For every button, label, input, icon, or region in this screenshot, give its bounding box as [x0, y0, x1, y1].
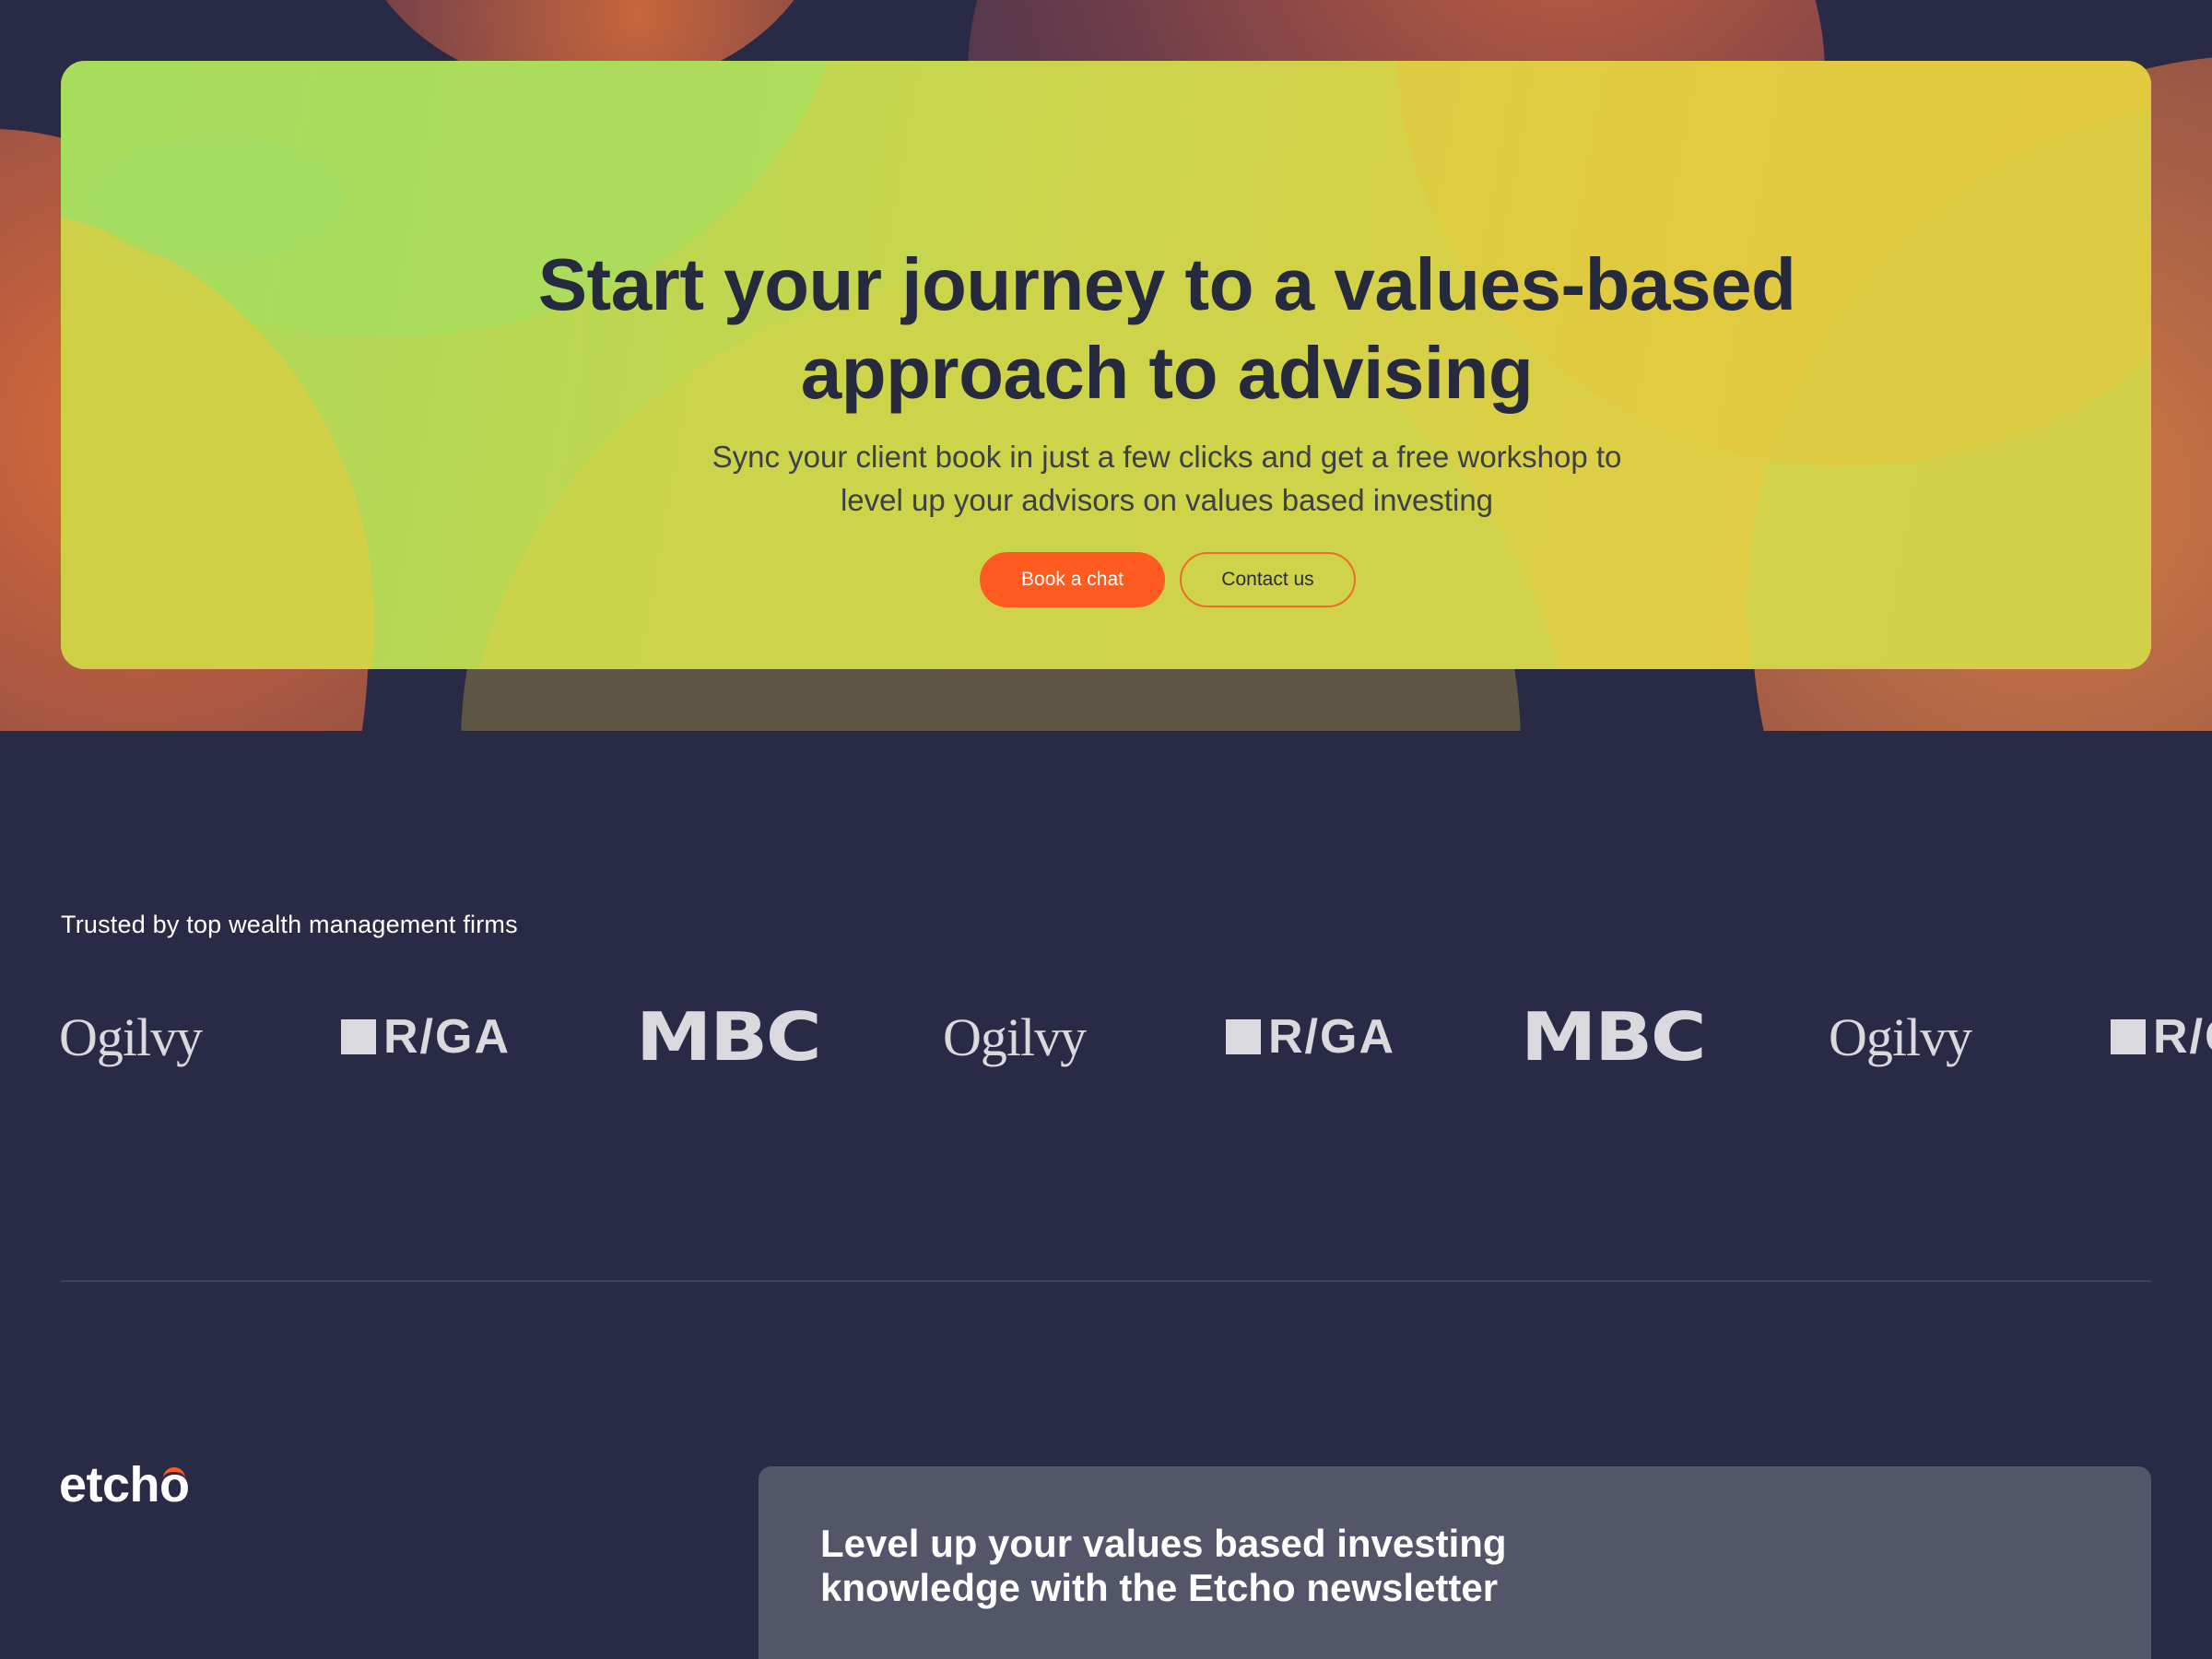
trusted-label: Trusted by top wealth management firms [61, 911, 518, 938]
ogilvy-logo: Ogilvy [59, 1006, 203, 1067]
rga-square-mark [1226, 1019, 1261, 1054]
mbc-logo: MBC [1521, 998, 1707, 1076]
page: Start your journey to a values-based app… [0, 0, 2212, 1659]
contact-us-button[interactable]: Contact us [1180, 552, 1356, 607]
section-divider [61, 1280, 2151, 1282]
cta-content: Start your journey to a values-based app… [61, 61, 2151, 669]
rga-logo: R/GA [341, 995, 511, 1078]
cta-card: Start your journey to a values-based app… [61, 61, 2151, 669]
rga-logo: R/GA [1226, 995, 1395, 1078]
rga-square-mark [2111, 1019, 2146, 1054]
cta-subtitle: Sync your client book in just a few clic… [712, 440, 1622, 517]
logo-accent-o: o [159, 1457, 190, 1512]
rga-square-mark [341, 1019, 376, 1054]
mbc-logo: MBC [636, 998, 822, 1076]
rga-logo: R/GA [2111, 995, 2212, 1078]
cta-title: Start your journey to a values-based app… [537, 243, 1796, 414]
client-logos-strip: Ogilvy R/GA MBC Ogilvy R/GA MBC Ogilvy R… [0, 995, 2212, 1078]
ogilvy-logo: Ogilvy [943, 1006, 1087, 1067]
ogilvy-logo: Ogilvy [1829, 1006, 1972, 1067]
newsletter-card: Level up your values based investing kno… [759, 1466, 2151, 1659]
hero-section: Start your journey to a values-based app… [0, 0, 2212, 731]
newsletter-title: Level up your values based investing kno… [820, 1522, 1507, 1609]
etcho-logo[interactable]: etcho [59, 1456, 190, 1513]
book-a-chat-button[interactable]: Book a chat [980, 552, 1165, 607]
